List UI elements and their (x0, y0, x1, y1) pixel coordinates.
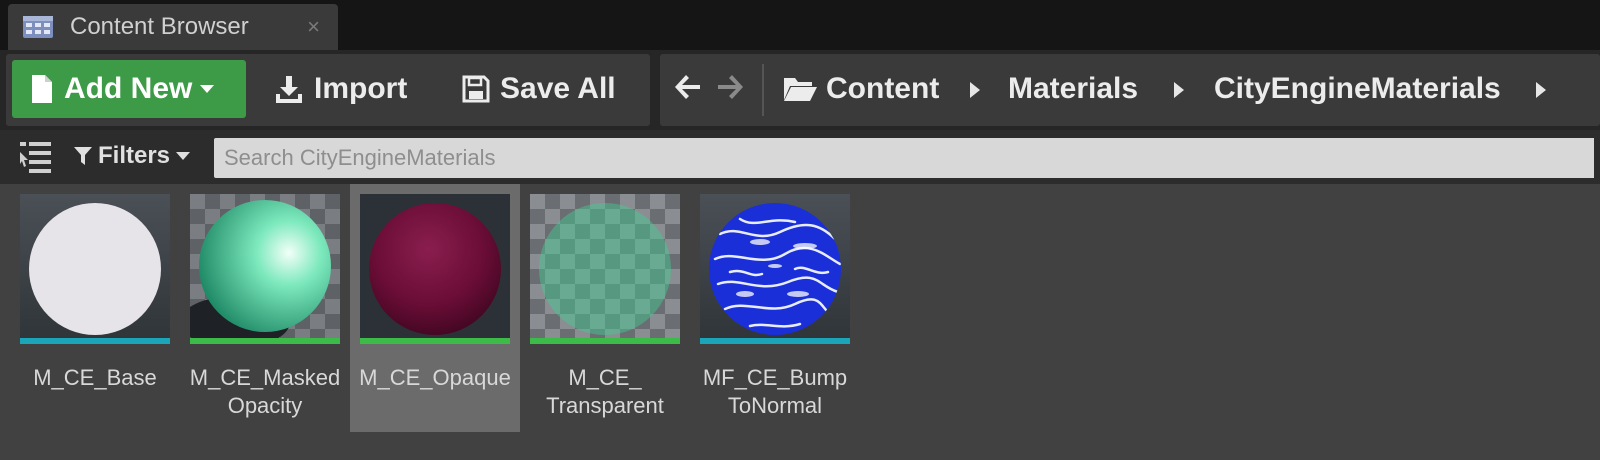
asset-name: M_CE_Masked Opacity (189, 365, 341, 418)
material-thumbnail (190, 194, 340, 344)
asset-grid: M_CE_Base M_CE_Masked Opacity M_CE_Opaqu… (0, 184, 1600, 460)
asset-tile-m-ce-base[interactable]: M_CE_Base (10, 184, 180, 432)
asset-type-bar (700, 338, 850, 344)
tab-content-browser[interactable]: Content Browser × (8, 4, 338, 50)
breadcrumb-materials[interactable]: Materials (1008, 68, 1138, 110)
material-function-thumbnail (700, 194, 850, 344)
breadcrumb-cityenginematerials[interactable]: CityEngineMaterials (1214, 68, 1501, 110)
download-icon (276, 76, 302, 103)
search-input[interactable] (214, 138, 1594, 178)
content-browser-icon (23, 16, 53, 38)
breadcrumb-arrow-icon[interactable] (1536, 82, 1546, 98)
material-thumbnail (20, 194, 170, 344)
close-icon[interactable]: × (307, 16, 320, 38)
filter-funnel-icon (74, 147, 92, 165)
asset-type-bar (190, 338, 340, 344)
asset-name: M_CE_Opaque (359, 365, 511, 390)
back-arrow-icon[interactable] (672, 72, 702, 102)
save-icon (462, 75, 490, 103)
filters-button[interactable]: Filters (74, 142, 191, 170)
asset-tile-m-ce-maskedopacity[interactable]: M_CE_Masked Opacity (180, 184, 350, 432)
asset-name: M_CE_ Transparent (546, 365, 664, 418)
toolbar-actions: Add New Import Save All (6, 54, 650, 126)
forward-arrow-icon[interactable] (716, 72, 746, 102)
add-new-button[interactable]: Add New (12, 60, 246, 118)
sources-panel-toggle-icon[interactable] (18, 140, 54, 174)
asset-tile-m-ce-transparent[interactable]: M_CE_ Transparent (520, 184, 690, 432)
asset-type-bar (20, 338, 170, 344)
chevron-down-icon (200, 85, 215, 93)
filters-label: Filters (98, 142, 171, 169)
toolbar: Add New Import Save All Content Material… (0, 50, 1600, 130)
divider (762, 64, 764, 116)
save-all-label: Save All (500, 72, 616, 105)
asset-name: M_CE_Base (33, 365, 157, 390)
add-new-label: Add New (64, 72, 193, 105)
filter-bar: Filters (0, 130, 1600, 184)
import-button[interactable]: Import (274, 60, 407, 118)
save-all-button[interactable]: Save All (462, 60, 616, 118)
navigation-bar: Content Materials CityEngineMaterials (660, 54, 1600, 126)
asset-type-bar (530, 338, 680, 344)
asset-type-bar (360, 338, 510, 344)
open-folder-icon (784, 78, 817, 101)
breadcrumb-content[interactable]: Content (826, 68, 939, 110)
asset-tile-m-ce-opaque[interactable]: M_CE_Opaque (350, 184, 520, 432)
asset-name: MF_CE_Bump ToNormal (702, 365, 848, 418)
tab-strip: Content Browser × (0, 0, 1600, 50)
breadcrumb-arrow-icon[interactable] (1174, 82, 1184, 98)
import-label: Import (314, 72, 408, 105)
tab-title: Content Browser (70, 13, 249, 40)
breadcrumb-arrow-icon[interactable] (970, 82, 980, 98)
asset-tile-mf-ce-bumptonormal[interactable]: MF_CE_Bump ToNormal (690, 184, 860, 432)
new-file-icon (32, 75, 52, 103)
material-thumbnail (360, 194, 510, 344)
material-thumbnail (530, 194, 680, 344)
chevron-down-icon (176, 152, 191, 160)
